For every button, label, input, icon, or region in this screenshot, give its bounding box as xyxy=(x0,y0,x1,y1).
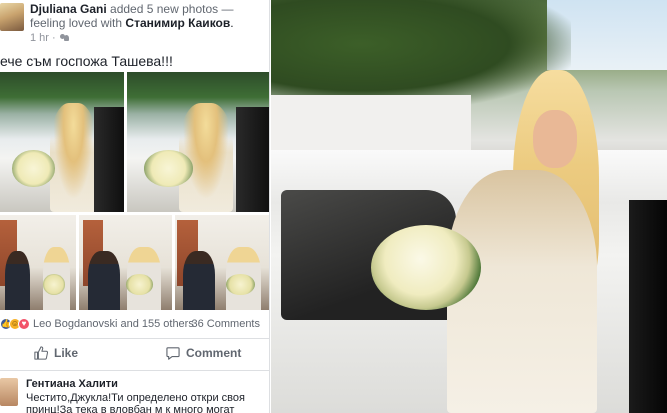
comment-text: Честито,Джукла!Ти определено откри своя … xyxy=(26,392,245,413)
friends-icon[interactable] xyxy=(59,34,70,42)
bouquet-figure xyxy=(226,273,255,295)
post-time[interactable]: 1 hr · xyxy=(30,32,56,44)
groom-figure xyxy=(182,251,215,310)
speech-bubble-icon xyxy=(166,346,180,360)
comments-count[interactable]: 36 Comments xyxy=(192,318,260,330)
groom-figure xyxy=(4,251,31,310)
car-door-figure xyxy=(235,107,269,212)
commenter-avatar[interactable] xyxy=(0,378,18,406)
trees-figure xyxy=(271,0,571,110)
open-car-door-figure xyxy=(629,200,667,413)
author-name[interactable]: Djuliana Gani xyxy=(30,2,107,16)
large-photo xyxy=(271,0,667,413)
bouquet-figure xyxy=(144,150,193,187)
divider xyxy=(0,338,269,339)
groom-figure xyxy=(88,251,120,310)
love-reaction-icon[interactable]: ♥ xyxy=(18,318,30,330)
reactions-bar: 👍 ☺ ♥ Leo Bogdanovski and 155 others 36 … xyxy=(0,316,269,334)
like-button[interactable]: Like xyxy=(34,346,78,360)
divider xyxy=(0,370,269,371)
bouquet-figure xyxy=(42,273,66,295)
like-label: Like xyxy=(54,346,79,360)
action-bar: Like Comment xyxy=(0,342,269,368)
header-line-2: feeling loved with Станимир Каиков. xyxy=(30,16,234,30)
post-action: added 5 new photos — xyxy=(110,2,234,16)
bouquet-figure xyxy=(12,150,55,187)
bride-figure xyxy=(49,102,97,212)
car-door-figure xyxy=(94,107,124,212)
photo-2[interactable] xyxy=(127,72,269,212)
post-header: Djuliana Gani added 5 new photos — feeli… xyxy=(0,0,269,50)
bouquet-figure xyxy=(125,273,154,295)
tagged-suffix: . xyxy=(230,16,234,30)
bride-face-figure xyxy=(533,110,577,168)
photo-4[interactable] xyxy=(79,215,172,310)
bouquet-figure xyxy=(371,225,481,310)
house-figure xyxy=(271,95,471,150)
reactions-summary[interactable]: Leo Bogdanovski and 155 others xyxy=(33,318,194,330)
header-line: Djuliana Gani added 5 new photos — xyxy=(30,2,269,16)
comment-label: Comment xyxy=(186,346,242,360)
comment-item: Гентиана Халити Честито,Джукла!Ти опреде… xyxy=(0,374,269,413)
author-avatar[interactable] xyxy=(0,3,24,31)
post-text: ече съм госпожа Ташева!!! xyxy=(0,53,173,69)
photo-5[interactable] xyxy=(175,215,269,310)
facebook-post: Djuliana Gani added 5 new photos — feeli… xyxy=(0,0,270,413)
photo-1[interactable] xyxy=(0,72,124,212)
feeling-text: feeling loved with xyxy=(30,16,123,30)
thumbs-up-icon xyxy=(34,346,48,360)
post-meta: 1 hr · xyxy=(30,32,70,44)
tagged-person[interactable]: Станимир Каиков xyxy=(125,16,230,30)
commenter-name[interactable]: Гентиана Халити xyxy=(26,378,118,390)
comment-button[interactable]: Comment xyxy=(166,346,241,360)
photo-3[interactable] xyxy=(0,215,76,310)
